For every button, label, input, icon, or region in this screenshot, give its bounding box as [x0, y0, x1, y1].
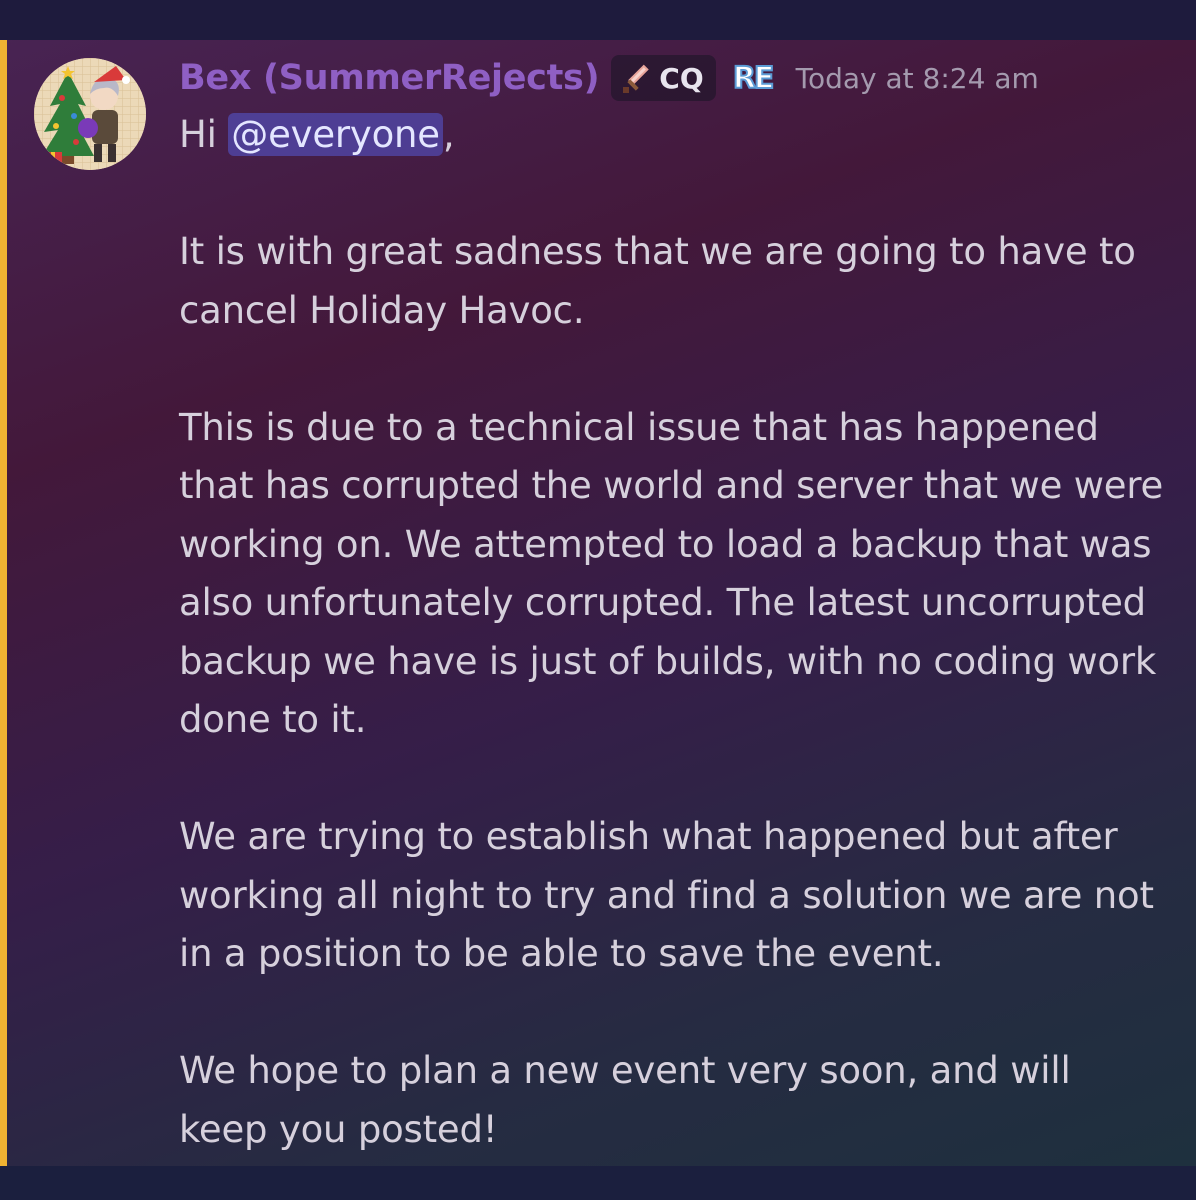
sword-icon	[623, 64, 649, 93]
mention-highlight-bar	[0, 40, 7, 1166]
message-paragraph: This is due to a technical issue that ha…	[179, 405, 1164, 742]
christmas-avatar-icon	[34, 58, 146, 170]
greeting-prefix: Hi	[179, 113, 229, 156]
role-tag[interactable]: CQ	[611, 55, 716, 101]
message-paragraph: We hope to plan a new event very soon, a…	[179, 1049, 1071, 1151]
username[interactable]: Bex (SummerRejects)	[179, 58, 600, 98]
user-avatar[interactable]	[34, 58, 146, 170]
re-badge-icon[interactable]: RE	[728, 58, 778, 98]
chat-view: Bex (SummerRejects) CQ RE Today at 8:24 …	[0, 0, 1196, 1200]
re-badge-label: RE	[732, 60, 776, 97]
chat-background-bottom	[0, 1166, 1196, 1200]
message-content: Hi @everyone, It is with great sadness t…	[179, 106, 1169, 1159]
everyone-mention[interactable]: @everyone	[228, 113, 443, 156]
greeting-line: Hi @everyone,	[179, 106, 1169, 165]
message-timestamp[interactable]: Today at 8:24 am	[796, 62, 1039, 95]
role-tag-label: CQ	[659, 61, 704, 95]
message-paragraph: We are trying to establish what happened…	[179, 815, 1154, 975]
greeting-suffix: ,	[442, 113, 455, 156]
message-header: Bex (SummerRejects) CQ RE Today at 8:24 …	[179, 52, 1039, 104]
message-paragraph: It is with great sadness that we are goi…	[179, 230, 1136, 332]
